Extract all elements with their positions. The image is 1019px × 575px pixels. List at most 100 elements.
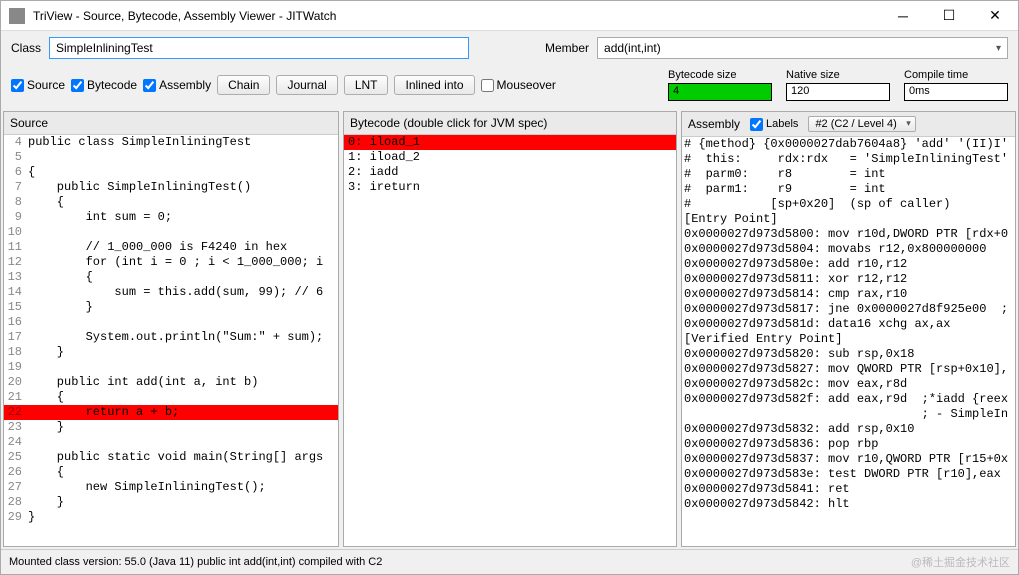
assembly-line[interactable]: 0x0000027d973d5800: mov r10d,DWORD PTR [… [682, 227, 1015, 242]
bytecode-line[interactable]: 1: iload_2 [344, 150, 676, 165]
bytecode-line[interactable]: 0: iload_1 [344, 135, 676, 150]
titlebar: TriView - Source, Bytecode, Assembly Vie… [1, 1, 1018, 31]
source-line[interactable]: 22 return a + b; [4, 405, 338, 420]
source-line[interactable]: 12 for (int i = 0 ; i < 1_000_000; i [4, 255, 338, 270]
source-panel: Source 4public class SimpleInliningTest5… [3, 111, 339, 547]
window-title: TriView - Source, Bytecode, Assembly Vie… [33, 9, 880, 23]
source-line[interactable]: 19 [4, 360, 338, 375]
bytecode-line[interactable]: 2: iadd [344, 165, 676, 180]
source-line[interactable]: 27 new SimpleInliningTest(); [4, 480, 338, 495]
compile-time-stat: Compile time 0ms [904, 69, 1008, 101]
assembly-line[interactable]: 0x0000027d973d5841: ret [682, 482, 1015, 497]
class-input[interactable] [49, 37, 469, 59]
assembly-line[interactable]: [Verified Entry Point] [682, 332, 1015, 347]
assembly-line[interactable]: 0x0000027d973d5836: pop rbp [682, 437, 1015, 452]
native-size-value: 120 [786, 83, 890, 101]
assembly-panel-header: Assembly Labels #2 (C2 / Level 4) [682, 112, 1015, 137]
window-controls: ─ ☐ ✕ [880, 1, 1018, 31]
assembly-line[interactable]: ; - SimpleIn [682, 407, 1015, 422]
bytecode-size-label: Bytecode size [668, 69, 772, 81]
bytecode-line[interactable]: 3: ireturn [344, 180, 676, 195]
assembly-line[interactable]: # {method} {0x0000027dab7604a8} 'add' '(… [682, 137, 1015, 152]
source-line[interactable]: 10 [4, 225, 338, 240]
minimize-button[interactable]: ─ [880, 1, 926, 31]
app-icon [9, 8, 25, 24]
assembly-line[interactable]: # parm0: r8 = int [682, 167, 1015, 182]
assembly-line[interactable]: 0x0000027d973d5837: mov r10,QWORD PTR [r… [682, 452, 1015, 467]
assembly-line[interactable]: 0x0000027d973d582c: mov eax,r8d [682, 377, 1015, 392]
source-line[interactable]: 18 } [4, 345, 338, 360]
source-line[interactable]: 24 [4, 435, 338, 450]
assembly-checkbox[interactable]: Assembly [143, 78, 211, 92]
bytecode-panel: Bytecode (double click for JVM spec) 0: … [343, 111, 677, 547]
journal-button[interactable]: Journal [276, 75, 337, 95]
source-line[interactable]: 23 } [4, 420, 338, 435]
mouseover-checkbox[interactable]: Mouseover [481, 78, 556, 92]
toolbar-row-1: Class Member add(int,int) [1, 31, 1018, 65]
source-checkbox[interactable]: Source [11, 78, 65, 92]
source-panel-header: Source [4, 112, 338, 135]
source-line[interactable]: 9 int sum = 0; [4, 210, 338, 225]
panels-container: Source 4public class SimpleInliningTest5… [1, 109, 1018, 549]
source-line[interactable]: 21 { [4, 390, 338, 405]
assembly-line[interactable]: # this: rdx:rdx = 'SimpleInliningTest' [682, 152, 1015, 167]
source-line[interactable]: 8 { [4, 195, 338, 210]
status-text: Mounted class version: 55.0 (Java 11) pu… [9, 556, 382, 568]
assembly-line[interactable]: 0x0000027d973d5804: movabs r12,0x8000000… [682, 242, 1015, 257]
class-label: Class [11, 41, 41, 55]
assembly-line[interactable]: 0x0000027d973d581d: data16 xchg ax,ax [682, 317, 1015, 332]
assembly-line[interactable]: 0x0000027d973d5817: jne 0x0000027d8f925e… [682, 302, 1015, 317]
assembly-line[interactable]: 0x0000027d973d5820: sub rsp,0x18 [682, 347, 1015, 362]
lnt-button[interactable]: LNT [344, 75, 389, 95]
bytecode-size-value: 4 [668, 83, 772, 101]
compile-time-label: Compile time [904, 69, 1008, 81]
source-line[interactable]: 4public class SimpleInliningTest [4, 135, 338, 150]
watermark-text: @稀土掘金技术社区 [911, 554, 1010, 570]
chain-button[interactable]: Chain [217, 75, 270, 95]
assembly-line[interactable]: 0x0000027d973d5842: hlt [682, 497, 1015, 512]
source-line[interactable]: 13 { [4, 270, 338, 285]
source-line[interactable]: 11 // 1_000_000 is F4240 in hex [4, 240, 338, 255]
assembly-line[interactable]: 0x0000027d973d5814: cmp rax,r10 [682, 287, 1015, 302]
source-line[interactable]: 29} [4, 510, 338, 525]
bytecode-size-stat: Bytecode size 4 [668, 69, 772, 101]
source-line[interactable]: 26 { [4, 465, 338, 480]
labels-checkbox[interactable]: Labels [750, 118, 798, 131]
source-line[interactable]: 5 [4, 150, 338, 165]
bytecode-checkbox[interactable]: Bytecode [71, 78, 137, 92]
assembly-line[interactable]: 0x0000027d973d5827: mov QWORD PTR [rsp+0… [682, 362, 1015, 377]
native-size-stat: Native size 120 [786, 69, 890, 101]
assembly-panel-body[interactable]: # {method} {0x0000027dab7604a8} 'add' '(… [682, 137, 1015, 546]
assembly-header-label: Assembly [688, 117, 740, 131]
source-line[interactable]: 6{ [4, 165, 338, 180]
native-size-label: Native size [786, 69, 890, 81]
source-line[interactable]: 25 public static void main(String[] args [4, 450, 338, 465]
source-line[interactable]: 20 public int add(int a, int b) [4, 375, 338, 390]
maximize-button[interactable]: ☐ [926, 1, 972, 31]
source-line[interactable]: 28 } [4, 495, 338, 510]
member-select[interactable]: add(int,int) [597, 37, 1008, 59]
compilation-combo[interactable]: #2 (C2 / Level 4) [808, 116, 915, 132]
source-line[interactable]: 15 } [4, 300, 338, 315]
assembly-line[interactable]: 0x0000027d973d5811: xor r12,r12 [682, 272, 1015, 287]
assembly-line[interactable]: 0x0000027d973d580e: add r10,r12 [682, 257, 1015, 272]
source-line[interactable]: 14 sum = this.add(sum, 99); // 6 [4, 285, 338, 300]
source-line[interactable]: 7 public SimpleInliningTest() [4, 180, 338, 195]
assembly-panel: Assembly Labels #2 (C2 / Level 4) # {met… [681, 111, 1016, 547]
assembly-line[interactable]: 0x0000027d973d583e: test DWORD PTR [r10]… [682, 467, 1015, 482]
assembly-line[interactable]: # [sp+0x20] (sp of caller) [682, 197, 1015, 212]
inlined-into-button[interactable]: Inlined into [394, 75, 474, 95]
bytecode-panel-header: Bytecode (double click for JVM spec) [344, 112, 676, 135]
source-line[interactable]: 17 System.out.println("Sum:" + sum); [4, 330, 338, 345]
bytecode-panel-body[interactable]: 0: iload_11: iload_22: iadd3: ireturn [344, 135, 676, 546]
assembly-line[interactable]: 0x0000027d973d5832: add rsp,0x10 [682, 422, 1015, 437]
assembly-line[interactable]: # parm1: r9 = int [682, 182, 1015, 197]
compile-time-value: 0ms [904, 83, 1008, 101]
source-line[interactable]: 16 [4, 315, 338, 330]
member-value: add(int,int) [604, 41, 661, 55]
source-panel-body[interactable]: 4public class SimpleInliningTest56{7 pub… [4, 135, 338, 546]
close-button[interactable]: ✕ [972, 1, 1018, 31]
assembly-line[interactable]: 0x0000027d973d582f: add eax,r9d ;*iadd {… [682, 392, 1015, 407]
statusbar: Mounted class version: 55.0 (Java 11) pu… [1, 549, 1018, 574]
assembly-line[interactable]: [Entry Point] [682, 212, 1015, 227]
